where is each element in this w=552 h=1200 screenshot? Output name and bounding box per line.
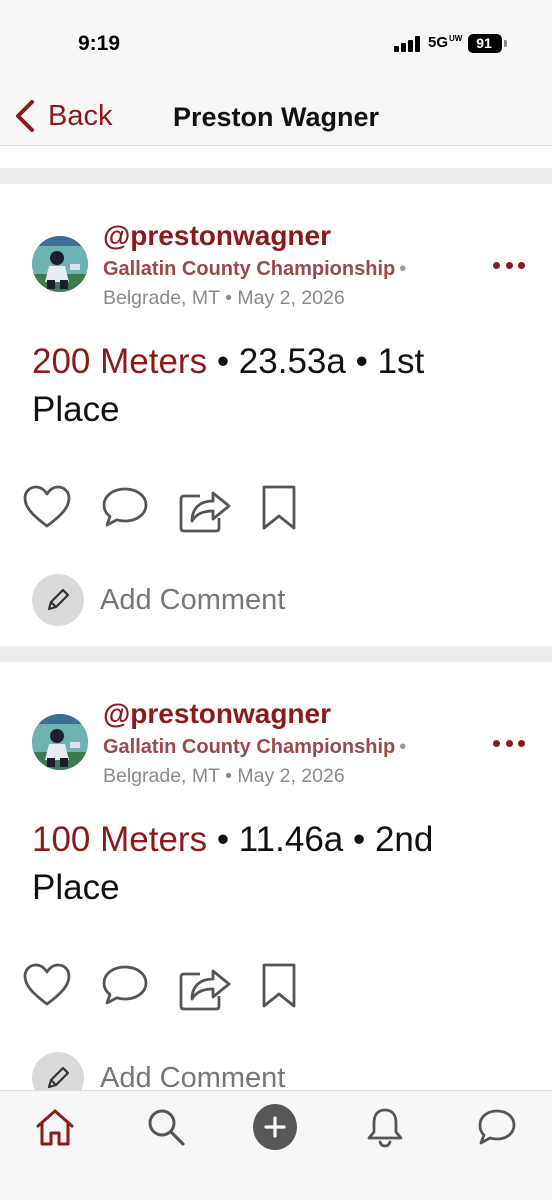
add-comment-label: Add Comment bbox=[100, 583, 286, 616]
result-text: 200 Meters • 23.53a • 1st Place bbox=[32, 338, 502, 434]
more-options-button[interactable] bbox=[493, 736, 525, 750]
nav-bar: Back Preston Wagner bbox=[0, 88, 552, 146]
battery-cap bbox=[504, 40, 507, 47]
avatar[interactable] bbox=[32, 714, 88, 770]
dot bbox=[505, 261, 513, 269]
tab-add[interactable] bbox=[253, 1104, 297, 1150]
comment-icon[interactable] bbox=[100, 484, 150, 530]
bookmark-icon[interactable] bbox=[260, 962, 300, 1010]
feed-divider bbox=[0, 168, 552, 184]
meet-separator: • bbox=[399, 736, 407, 758]
bell-icon bbox=[367, 1108, 403, 1148]
result-text: 100 Meters • 11.46a • 2nd Place bbox=[32, 816, 502, 912]
avatar-photo bbox=[32, 714, 88, 770]
post-card: @prestonwagner Gallatin County Champions… bbox=[0, 662, 552, 1090]
add-icon bbox=[253, 1104, 297, 1150]
feed-divider bbox=[0, 646, 552, 662]
tab-messages[interactable] bbox=[475, 1105, 519, 1149]
signal-icon bbox=[394, 36, 420, 52]
meet-name[interactable]: Gallatin County Championship • bbox=[103, 736, 406, 759]
avatar[interactable] bbox=[32, 236, 88, 292]
tab-bar bbox=[0, 1090, 552, 1200]
avatar-photo bbox=[32, 236, 88, 292]
event-name: 200 Meters bbox=[32, 342, 208, 381]
dot bbox=[493, 739, 500, 747]
meet-separator: • bbox=[399, 258, 407, 280]
meet-name-text: Gallatin County Championship bbox=[103, 736, 396, 758]
tab-home[interactable] bbox=[33, 1105, 77, 1149]
post-card: @prestonwagner Gallatin County Champions… bbox=[0, 184, 552, 646]
dot bbox=[505, 739, 513, 747]
comment-icon[interactable] bbox=[100, 962, 150, 1008]
heart-icon[interactable] bbox=[22, 484, 72, 530]
tab-search[interactable] bbox=[144, 1105, 188, 1149]
dot bbox=[518, 739, 525, 747]
share-icon[interactable] bbox=[178, 962, 232, 1012]
pencil-icon bbox=[32, 574, 84, 626]
status-bar: 9:19 5GUW 91 bbox=[0, 0, 552, 88]
add-comment-button[interactable]: Add Comment bbox=[32, 573, 285, 627]
dot bbox=[493, 261, 500, 269]
meet-name-text: Gallatin County Championship bbox=[103, 258, 396, 280]
username-link[interactable]: @prestonwagner bbox=[103, 698, 331, 730]
add-comment-button[interactable]: Add Comment bbox=[32, 1051, 285, 1090]
messages-icon bbox=[478, 1109, 516, 1145]
dot bbox=[518, 261, 525, 269]
username-link[interactable]: @prestonwagner bbox=[103, 220, 331, 252]
bookmark-icon[interactable] bbox=[260, 484, 300, 532]
more-options-button[interactable] bbox=[493, 258, 525, 272]
page-title: Preston Wagner bbox=[172, 102, 380, 132]
search-icon bbox=[148, 1109, 185, 1146]
add-comment-label: Add Comment bbox=[100, 1061, 286, 1091]
battery-level: 91 bbox=[476, 35, 492, 51]
home-icon bbox=[36, 1109, 74, 1146]
event-name: 100 Meters bbox=[32, 820, 208, 859]
heart-icon[interactable] bbox=[22, 962, 72, 1008]
battery-icon: 91 bbox=[468, 34, 502, 53]
meet-name[interactable]: Gallatin County Championship • bbox=[103, 258, 406, 281]
pencil-icon bbox=[32, 1052, 84, 1090]
share-icon[interactable] bbox=[178, 484, 232, 534]
status-time: 9:19 bbox=[78, 32, 121, 55]
network-label: 5GUW bbox=[428, 34, 463, 51]
location-date: Belgrade, MT • May 2, 2026 bbox=[103, 287, 345, 309]
location-date: Belgrade, MT • May 2, 2026 bbox=[103, 765, 345, 787]
tab-notifications[interactable] bbox=[363, 1105, 407, 1149]
screen: 9:19 5GUW 91 Back Preston Wagner @presto… bbox=[0, 0, 552, 1200]
